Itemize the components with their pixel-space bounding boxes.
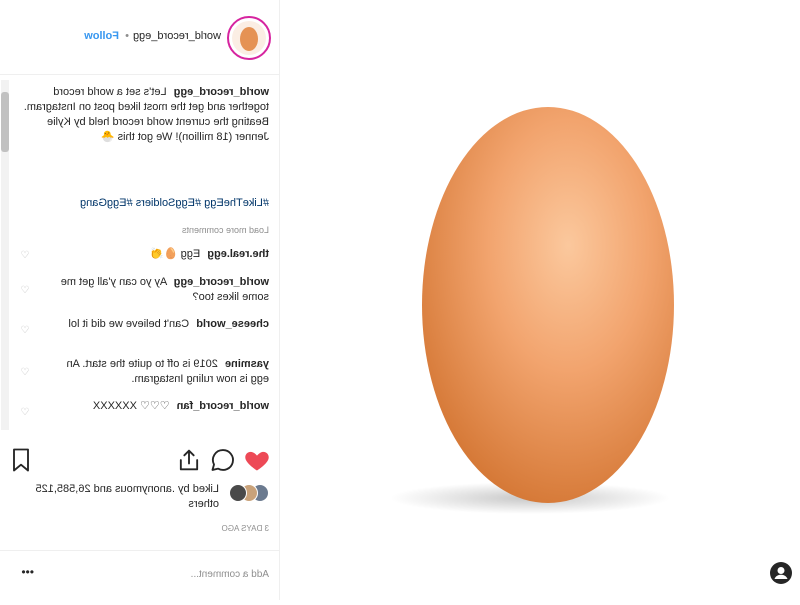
comment: world_record_egg Ay yo can y'all get me … (49, 275, 269, 305)
comment-text: Egg 🥚👏 (150, 248, 201, 260)
post-actions (0, 440, 279, 480)
comments-list: world_record_egg Let's set a world recor… (0, 75, 279, 435)
add-comment-bar: Add a comment... ••• (0, 550, 279, 601)
likes-summary: Liked by .anonymous and 26,585,125 other… (9, 480, 269, 516)
more-options-icon[interactable]: ••• (21, 565, 34, 579)
comment-heart-icon[interactable]: ♡ (19, 407, 31, 419)
comment-heart-icon[interactable]: ♡ (19, 325, 31, 337)
heart-icon[interactable] (243, 446, 271, 474)
avatar-image (232, 21, 266, 55)
avatar[interactable] (227, 16, 271, 60)
comment-heart-icon[interactable]: ♡ (19, 367, 31, 379)
comment-username[interactable]: world_record_fan (177, 400, 269, 412)
comment-username[interactable]: yasmine (225, 358, 269, 370)
header-username[interactable]: world_record_egg (133, 30, 221, 42)
comment: the.real.egg Egg 🥚👏 (49, 247, 269, 262)
share-icon[interactable] (175, 446, 203, 474)
caption-hashtags[interactable]: #LikeTheEgg #EggSoldiers #EggGang (19, 197, 269, 209)
comment-heart-icon[interactable]: ♡ (19, 250, 31, 262)
post-timestamp: 3 DAYS AGO (221, 524, 269, 533)
comment-username[interactable]: the.real.egg (207, 248, 269, 260)
user-icon[interactable] (770, 562, 792, 584)
comment-text: ♡♡♡ XXXXXX (92, 400, 170, 412)
comment-icon[interactable] (209, 446, 237, 474)
egg-image (390, 107, 674, 514)
comment: world_record_fan ♡♡♡ XXXXXX (49, 399, 269, 414)
comment-username[interactable]: world_record_egg (174, 276, 269, 288)
post-header: world_record_egg • Follow (0, 0, 279, 75)
header-separator: • (125, 30, 129, 42)
post-panel: world_record_egg • Follow world_record_e… (0, 0, 280, 601)
bookmark-icon[interactable] (7, 446, 35, 474)
post-caption: world_record_egg Let's set a world recor… (19, 85, 269, 145)
egg (422, 107, 674, 503)
load-more-comments[interactable]: Load more comments (182, 225, 269, 235)
comment-heart-icon[interactable]: ♡ (19, 285, 31, 297)
add-comment-input[interactable]: Add a comment... (191, 569, 269, 580)
comment-text: Can't believe we did it lol (68, 318, 190, 330)
comments-scrollbar-thumb[interactable] (1, 92, 9, 152)
avatar[interactable] (229, 484, 247, 502)
comment-username[interactable]: cheese_world (196, 318, 269, 330)
caption-username[interactable]: world_record_egg (174, 86, 269, 98)
liker-avatars (223, 484, 269, 502)
comment: yasmine 2019 is off to quite the start. … (49, 357, 269, 387)
mirrored-post-view: world_record_egg • Follow world_record_e… (0, 0, 800, 601)
likes-count[interactable]: Liked by .anonymous and 26,585,125 other… (19, 482, 219, 512)
comment: cheese_world Can't believe we did it lol (49, 317, 269, 332)
follow-button[interactable]: Follow (84, 30, 119, 42)
post-photo (280, 0, 800, 600)
